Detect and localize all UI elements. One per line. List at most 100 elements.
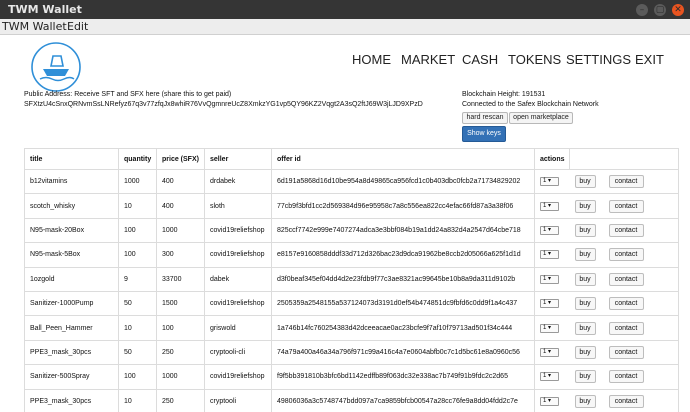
- cell-quantity: 10: [118, 388, 157, 412]
- buy-button[interactable]: buy: [574, 297, 596, 311]
- close-button[interactable]: ✕: [672, 4, 684, 16]
- buy-button[interactable]: buy: [574, 248, 596, 262]
- cell-qty-select: 1 ▾: [534, 339, 570, 366]
- safex-ship-logo: [31, 42, 81, 92]
- cell-quantity: 50: [118, 290, 157, 317]
- quantity-select[interactable]: 1 ▾: [540, 299, 559, 309]
- nav-home[interactable]: HOME: [352, 52, 391, 67]
- cell-seller: drdabek: [204, 168, 272, 195]
- maximize-button[interactable]: ▢: [654, 4, 666, 16]
- buy-button[interactable]: buy: [574, 223, 596, 237]
- col-contact-spacer: [603, 148, 679, 170]
- connection-status: Connected to the Safex Blockchain Networ…: [462, 101, 599, 108]
- cell-price: 400: [156, 193, 205, 219]
- table-header-row: title quantity price (SFX) seller offer …: [24, 148, 679, 170]
- quantity-select[interactable]: 1 ▾: [540, 250, 559, 260]
- nav-tokens[interactable]: TOKENS: [508, 52, 561, 67]
- nav-cash[interactable]: CASH: [462, 52, 498, 67]
- blockchain-height: Blockchain Height: 191531: [462, 91, 546, 98]
- quantity-select[interactable]: 1 ▾: [540, 274, 559, 284]
- cell-price: 100: [156, 315, 205, 341]
- contact-button[interactable]: contact: [608, 272, 644, 286]
- buy-button[interactable]: buy: [574, 370, 596, 384]
- contact-button[interactable]: contact: [608, 223, 644, 237]
- minimize-icon: –: [639, 5, 645, 15]
- table-row: N95-mask-20Box 100 1000 covid19reliefshop 82…: [24, 217, 679, 244]
- cell-title: Sanitizer-1000Pump: [24, 290, 119, 317]
- cell-qty-select: 1 ▾: [534, 242, 570, 268]
- contact-button[interactable]: contact: [608, 321, 644, 335]
- cell-buy: buy: [569, 315, 604, 341]
- cell-contact: contact: [603, 290, 679, 317]
- cell-contact: contact: [603, 217, 679, 244]
- minimize-button[interactable]: –: [636, 4, 648, 16]
- maximize-icon: ▢: [655, 5, 665, 15]
- cell-seller: dabek: [204, 266, 272, 292]
- table-row: N95-mask-5Box 100 300 covid19reliefshop e815…: [24, 242, 679, 268]
- cell-qty-select: 1 ▾: [534, 388, 570, 412]
- buy-button[interactable]: buy: [574, 394, 596, 408]
- quantity-select[interactable]: 1 ▾: [540, 225, 559, 235]
- cell-contact: contact: [603, 315, 679, 341]
- cell-quantity: 10: [118, 315, 157, 341]
- cell-offer-id: 77cb9f3bfd1cc2d569384d96e95958c7a8c556ea…: [271, 193, 535, 219]
- cell-price: 250: [156, 339, 205, 366]
- public-address-label: Public Address: Receive SFT and SFX here…: [24, 91, 232, 98]
- cell-quantity: 100: [118, 242, 157, 268]
- contact-button[interactable]: contact: [608, 345, 644, 359]
- cell-title: N95-mask-20Box: [24, 217, 119, 244]
- quantity-select[interactable]: 1 ▾: [540, 347, 559, 357]
- cell-qty-select: 1 ▾: [534, 315, 570, 341]
- cell-contact: contact: [603, 168, 679, 195]
- quantity-select[interactable]: 1 ▾: [540, 396, 559, 406]
- table-row: PPE3_mask_30pcs 10 250 cryptooli 49806036a3c…: [24, 388, 679, 412]
- nav-settings[interactable]: SETTINGS: [566, 52, 631, 67]
- cell-buy: buy: [569, 242, 604, 268]
- open-marketplace-button[interactable]: open marketplace: [509, 112, 573, 124]
- cell-buy: buy: [569, 388, 604, 412]
- cell-seller: cryptooli-cli: [204, 339, 272, 366]
- app-window: TWM Wallet – ▢ ✕ TWM Wallet Edit HOME MA…: [0, 0, 690, 412]
- show-keys-button[interactable]: Show keys: [462, 126, 506, 142]
- col-price: price (SFX): [156, 148, 205, 170]
- menu-edit[interactable]: Edit: [67, 20, 88, 33]
- table-row: 1ozgold 9 33700 dabek d3f0beaf345ef04dd4d2e2…: [24, 266, 679, 292]
- col-actions: actions: [534, 148, 570, 170]
- cell-buy: buy: [569, 290, 604, 317]
- close-icon: ✕: [674, 5, 682, 15]
- table-row: scotch_whisky 10 400 sloth 77cb9f3bfd1cc2d56…: [24, 193, 679, 219]
- cell-contact: contact: [603, 266, 679, 292]
- buy-button[interactable]: buy: [574, 272, 596, 286]
- contact-button[interactable]: contact: [608, 297, 644, 311]
- menu-twm-wallet[interactable]: TWM Wallet: [2, 20, 67, 33]
- cell-buy: buy: [569, 339, 604, 366]
- cell-price: 1000: [156, 217, 205, 244]
- quantity-select[interactable]: 1 ▾: [540, 323, 559, 333]
- contact-button[interactable]: contact: [608, 199, 644, 213]
- hard-rescan-button[interactable]: hard rescan: [462, 112, 508, 124]
- cell-offer-id: 825ccf7742e999e7407274adca3e3bbf084b19a1…: [271, 217, 535, 244]
- quantity-select[interactable]: 1 ▾: [540, 177, 559, 187]
- cell-title: N95-mask-5Box: [24, 242, 119, 268]
- cell-seller: cryptooli: [204, 388, 272, 412]
- table-row: Sanitizer-1000Pump 50 1500 covid19reliefsho…: [24, 290, 679, 317]
- cell-contact: contact: [603, 242, 679, 268]
- quantity-select[interactable]: 1 ▾: [540, 201, 559, 211]
- contact-button[interactable]: contact: [608, 248, 644, 262]
- table-row: Sanitizer-500Spray 100 1000 covid19reliefsh…: [24, 364, 679, 390]
- buy-button[interactable]: buy: [574, 321, 596, 335]
- buy-button[interactable]: buy: [574, 199, 596, 213]
- cell-price: 300: [156, 242, 205, 268]
- cell-qty-select: 1 ▾: [534, 168, 570, 195]
- col-title: title: [24, 148, 119, 170]
- contact-button[interactable]: contact: [608, 394, 644, 408]
- nav-exit[interactable]: EXIT: [635, 52, 664, 67]
- cell-offer-id: d3f0beaf345ef04dd4d2e23fdb9f77c3ae8321ac…: [271, 266, 535, 292]
- nav-market[interactable]: MARKET: [401, 52, 455, 67]
- quantity-select[interactable]: 1 ▾: [540, 372, 559, 382]
- buy-button[interactable]: buy: [574, 345, 596, 359]
- table-row: PPE3_mask_30pcs 50 250 cryptooli-cli 74a79a4…: [24, 339, 679, 366]
- contact-button[interactable]: contact: [608, 175, 644, 189]
- buy-button[interactable]: buy: [574, 175, 596, 189]
- contact-button[interactable]: contact: [608, 370, 644, 384]
